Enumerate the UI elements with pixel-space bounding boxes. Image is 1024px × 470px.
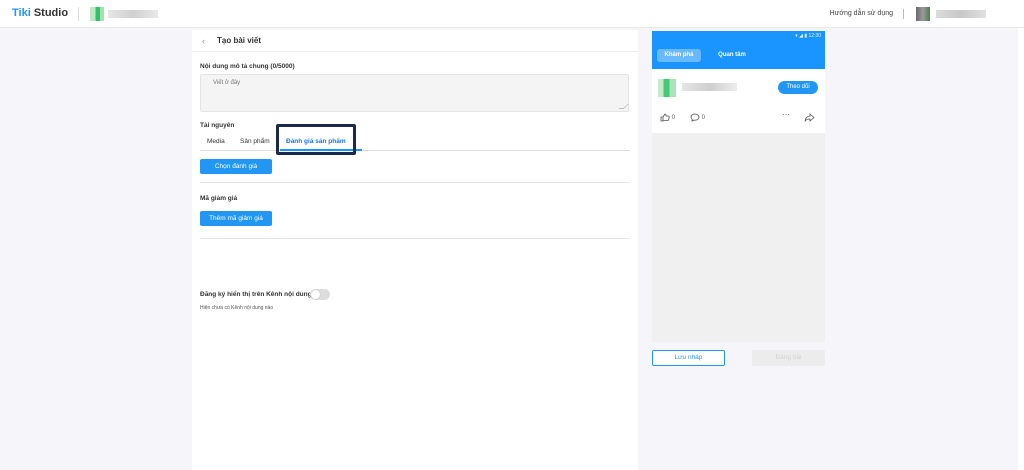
- shop-avatar[interactable]: [90, 7, 104, 21]
- toggle-knob: [311, 290, 320, 299]
- add-coupon-button[interactable]: Thêm mã giảm giá: [200, 211, 272, 226]
- tab-media[interactable]: Media: [207, 138, 225, 145]
- register-channel-label: Đăng ký hiển thị trên Kênh nội dung: [200, 291, 312, 298]
- description-box: [200, 74, 629, 112]
- shop-avatar: [658, 79, 676, 97]
- tab-products[interactable]: Sản phẩm: [240, 138, 270, 145]
- save-draft-button[interactable]: Lưu nháp: [652, 350, 725, 366]
- preview-tab-following[interactable]: Quan tâm: [712, 49, 752, 62]
- brand-logo[interactable]: Tiki Studio: [12, 7, 68, 19]
- brand-secondary: Studio: [33, 7, 69, 19]
- status-bar: ▾ ◢ ▮ 12:30: [795, 33, 821, 39]
- topbar-divider: [78, 7, 79, 21]
- active-tab-indicator: [280, 149, 362, 151]
- preview-tab-explore[interactable]: Khám phá: [657, 49, 701, 62]
- resources-label: Tài nguyên: [200, 122, 235, 129]
- topbar-separator: [903, 9, 904, 19]
- tab-product-reviews[interactable]: Đánh giá sản phẩm: [286, 138, 346, 145]
- signal-icon: ◢: [799, 33, 803, 39]
- comment-count: 0: [701, 115, 706, 122]
- comment-icon: [690, 113, 700, 122]
- like-action[interactable]: 0: [660, 113, 675, 122]
- page-title: Tạo bài viết: [217, 36, 262, 45]
- shop-name-redacted: [682, 83, 737, 91]
- top-bar: Tiki Studio Hướng dẫn sử dụng: [0, 0, 1024, 28]
- status-time: 12:30: [808, 33, 821, 39]
- publish-button[interactable]: Đăng bài: [752, 350, 825, 366]
- wifi-icon: ▾: [795, 33, 798, 39]
- card-header: ‹ Tạo bài viết: [192, 30, 638, 52]
- description-input[interactable]: [201, 75, 628, 111]
- like-count: 0: [671, 115, 676, 122]
- scrollbar-track[interactable]: [1018, 28, 1024, 470]
- like-icon: [660, 113, 670, 122]
- share-icon[interactable]: [804, 113, 815, 122]
- resources-tabs: Media Sản phẩm Đánh giá sản phẩm: [200, 134, 630, 151]
- brand-primary: Tiki: [12, 7, 31, 19]
- post-actions: 0 0 ···: [652, 101, 825, 133]
- preview-header: ▾ ◢ ▮ 12:30 Khám phá Quan tâm: [652, 31, 825, 69]
- create-post-card: ‹ Tạo bài viết Nội dung mô tả chung (0/5…: [192, 30, 638, 470]
- comment-action[interactable]: 0: [690, 113, 705, 122]
- post-content-placeholder: [652, 133, 825, 342]
- coupon-label: Mã giảm giá: [200, 195, 238, 202]
- mobile-preview: ▾ ◢ ▮ 12:30 Khám phá Quan tâm Theo dõi 0…: [652, 31, 825, 342]
- description-label: Nội dung mô tả chung (0/5000): [200, 63, 295, 70]
- battery-icon: ▮: [804, 33, 808, 39]
- back-icon[interactable]: ‹: [202, 36, 212, 46]
- user-name-redacted[interactable]: [936, 10, 986, 18]
- choose-review-button[interactable]: Chọn đánh giá: [200, 159, 272, 174]
- more-icon[interactable]: ···: [782, 110, 790, 119]
- shop-name-redacted: [108, 10, 158, 18]
- register-channel-toggle[interactable]: [310, 289, 330, 300]
- follow-button[interactable]: Theo dõi: [778, 81, 818, 94]
- user-guide-link[interactable]: Hướng dẫn sử dụng: [830, 10, 893, 17]
- user-avatar[interactable]: [916, 7, 930, 21]
- post-header: Theo dõi: [652, 69, 825, 101]
- section-divider: [200, 182, 630, 183]
- register-channel-note: Hiện chưa có Kênh nội dung nào: [200, 305, 274, 311]
- section-divider: [200, 238, 630, 239]
